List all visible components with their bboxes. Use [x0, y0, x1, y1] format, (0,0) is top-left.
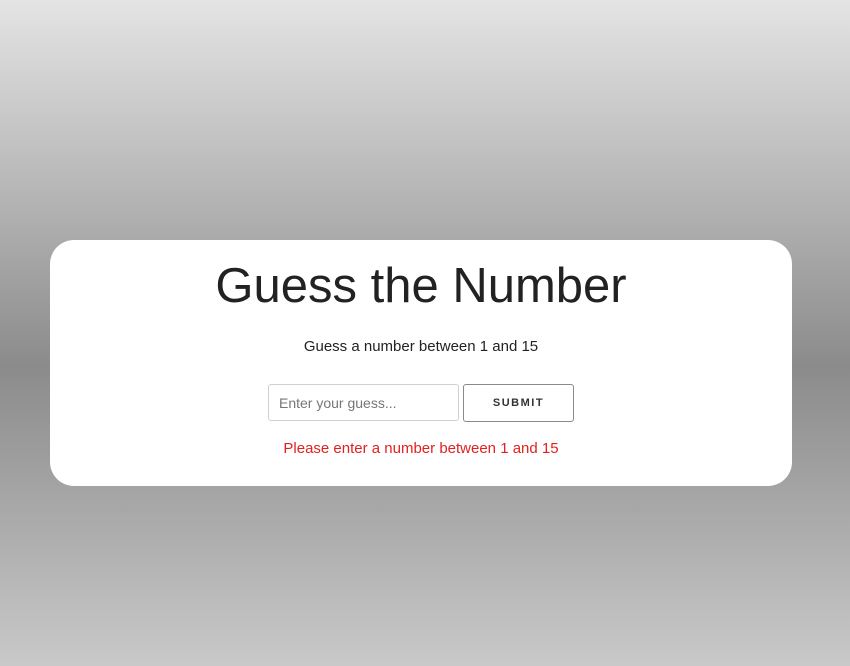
guess-input[interactable]: [268, 384, 459, 421]
instructions-text: Guess a number between 1 and 15: [303, 338, 539, 355]
game-card: Guess the Number Guess a number between …: [50, 240, 792, 486]
page-title: Guess the Number: [215, 259, 627, 313]
error-message: Please enter a number between 1 and 15: [283, 440, 559, 457]
submit-button[interactable]: SUBMIT: [463, 384, 574, 422]
